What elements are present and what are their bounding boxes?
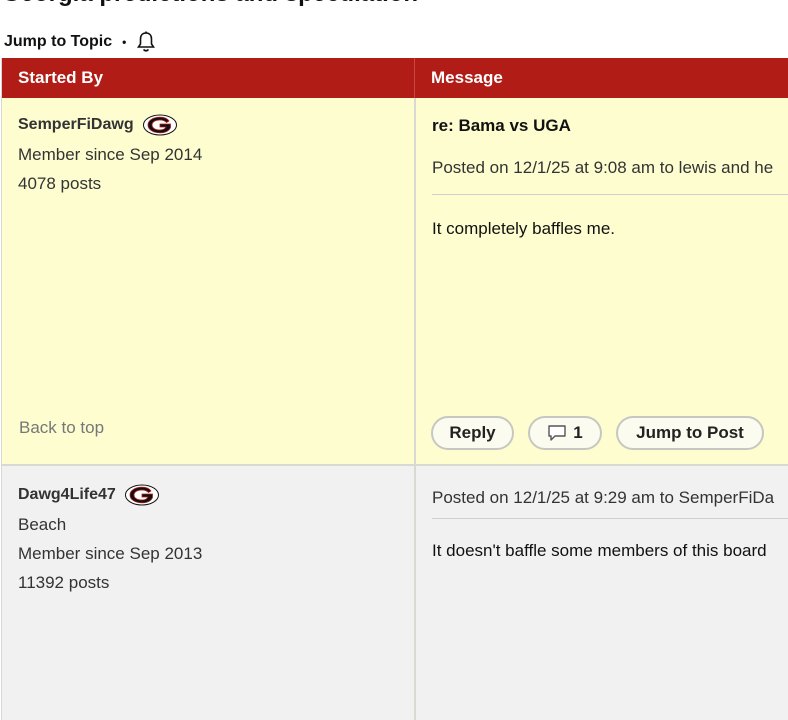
- jump-to-topic-link[interactable]: Jump to Topic: [4, 33, 112, 51]
- post-actions: Reply 1 Jump to Post: [431, 416, 764, 450]
- georgia-g-icon: [124, 484, 160, 506]
- page-title: Georgia predictions and speculation: [2, 0, 418, 8]
- post-body: It doesn't baffle some members of this b…: [432, 541, 767, 560]
- author-name[interactable]: SemperFiDawg: [18, 116, 134, 134]
- post-count: 11392 posts: [18, 573, 110, 592]
- post-row: SemperFiDawg Member since Sep 2014 4078 …: [2, 98, 788, 466]
- posted-info[interactable]: Posted on 12/1/25 at 9:08 am to lewis an…: [432, 158, 788, 178]
- message-cell: re: Bama vs UGA Posted on 12/1/25 at 9:0…: [416, 98, 788, 464]
- member-since: Member since Sep 2013: [18, 544, 203, 563]
- header-message: Message: [431, 68, 503, 87]
- author-name[interactable]: Dawg4Life47: [18, 486, 116, 504]
- thread-table: Started By Message SemperFiDawg Member s…: [1, 58, 788, 720]
- topic-bar: Jump to Topic •: [4, 28, 156, 56]
- reply-button[interactable]: Reply: [431, 416, 514, 450]
- bell-icon[interactable]: [136, 31, 156, 53]
- comment-icon: [547, 424, 567, 442]
- divider: [432, 518, 788, 519]
- separator-dot: •: [122, 35, 127, 49]
- post-subject: re: Bama vs UGA: [432, 116, 571, 135]
- back-to-top-link[interactable]: Back to top: [19, 418, 104, 438]
- post-row: Dawg4Life47 Beach Member since Sep 2013 …: [2, 466, 788, 720]
- comment-count-button[interactable]: 1: [528, 416, 602, 450]
- post-count: 4078 posts: [18, 174, 102, 193]
- author-cell: SemperFiDawg Member since Sep 2014 4078 …: [2, 98, 416, 464]
- georgia-g-icon: [142, 114, 178, 136]
- comment-count: 1: [573, 423, 583, 442]
- jump-to-post-label: Jump to Post: [636, 423, 744, 442]
- divider: [432, 194, 788, 195]
- posted-info[interactable]: Posted on 12/1/25 at 9:29 am to SemperFi…: [432, 488, 788, 508]
- author-location: Beach: [18, 515, 67, 534]
- jump-to-post-button[interactable]: Jump to Post: [616, 416, 764, 450]
- author-cell: Dawg4Life47 Beach Member since Sep 2013 …: [2, 466, 416, 720]
- thread-header: Started By Message: [2, 58, 788, 98]
- message-cell: Posted on 12/1/25 at 9:29 am to SemperFi…: [416, 466, 788, 720]
- member-since: Member since Sep 2014: [18, 145, 203, 164]
- header-started-by: Started By: [2, 58, 415, 98]
- post-body: It completely baffles me.: [432, 219, 615, 238]
- reply-label: Reply: [449, 423, 496, 442]
